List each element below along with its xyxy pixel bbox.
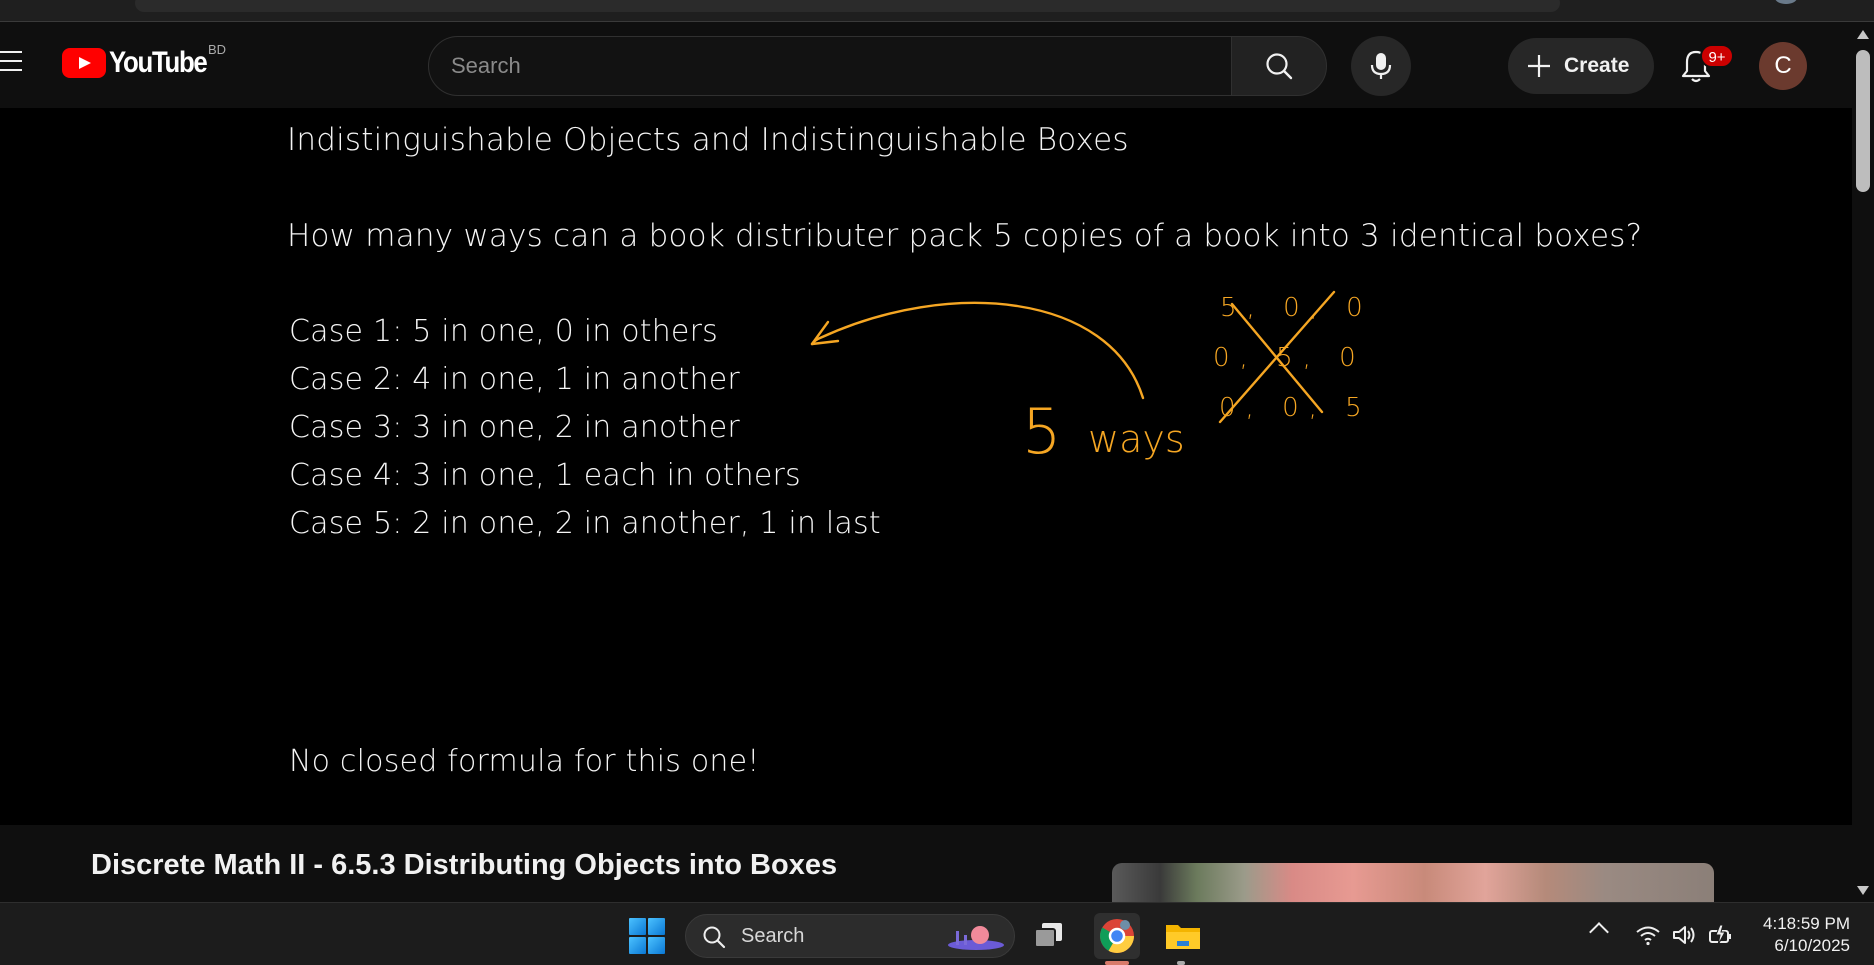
search-input[interactable] [451, 37, 1211, 95]
crossed-row: 5, 0, 0 [1220, 293, 1373, 323]
taskbar-search[interactable]: Search [685, 914, 1015, 958]
create-label: Create [1564, 54, 1630, 77]
taskbar-clock[interactable]: 4:18:59 PM 6/10/2025 [1740, 913, 1850, 957]
page-scrollbar[interactable] [1852, 22, 1874, 902]
search-button[interactable] [1231, 36, 1327, 96]
chrome-icon [1100, 919, 1134, 953]
country-code: BD [208, 42, 227, 57]
active-app-indicator [1105, 961, 1129, 965]
search-icon [1266, 53, 1293, 80]
clock-time: 4:18:59 PM [1763, 914, 1850, 933]
microphone-icon [1370, 53, 1392, 79]
show-hidden-icons-chevron-icon[interactable] [1589, 922, 1609, 942]
watch-metadata: Discrete Math II - 6.5.3 Distributing Ob… [0, 825, 1852, 903]
youtube-logo-text: YouTube [109, 46, 208, 79]
ways-word: ways [1088, 417, 1185, 461]
ways-digit: 5 [1022, 395, 1061, 468]
video-player[interactable]: Indistinguishable Objects and Indistingu… [0, 108, 1852, 825]
browser-profile-icon[interactable] [1775, 0, 1797, 4]
plus-icon [1528, 55, 1550, 77]
file-explorer-icon[interactable] [1160, 913, 1206, 959]
search-box [428, 36, 1232, 96]
create-button[interactable]: Create [1508, 38, 1654, 94]
search-highlight-icon [948, 926, 1004, 950]
scrollbar-thumb[interactable] [1856, 50, 1870, 192]
browser-top-strip [0, 0, 1874, 22]
task-view-glyph [1034, 923, 1062, 948]
clock-date: 6/10/2025 [1774, 936, 1850, 955]
open-app-indicator [1177, 961, 1185, 965]
scroll-down-arrow-icon[interactable] [1857, 886, 1869, 895]
windows-start-icon[interactable] [629, 918, 665, 954]
video-title: Discrete Math II - 6.5.3 Distributing Ob… [91, 849, 838, 881]
youtube-play-icon [62, 48, 106, 78]
arrow-curve [810, 301, 1145, 400]
browser-address-bar[interactable] [135, 0, 1560, 12]
related-video-thumbnail[interactable] [1112, 863, 1714, 903]
folder-icon [1166, 925, 1200, 949]
youtube-logo[interactable]: YouTube [62, 46, 222, 79]
task-view-icon[interactable] [1027, 913, 1073, 959]
avatar[interactable]: C [1759, 42, 1807, 90]
notification-badge: 9+ [1700, 44, 1734, 68]
chrome-taskbar-icon[interactable] [1094, 913, 1140, 959]
voice-search-button[interactable] [1351, 36, 1411, 96]
scroll-up-arrow-icon[interactable] [1857, 30, 1869, 39]
volume-icon[interactable] [1670, 921, 1698, 949]
youtube-masthead: YouTube BD Create 9+ C [0, 22, 1852, 108]
handwritten-annotation: 5 ways 5, 0, 0 0, 5, 0 0, 0, 5 [810, 290, 1373, 468]
windows-taskbar: Search 4:18:59 PM 6/10/2025 [0, 902, 1874, 965]
wifi-icon[interactable] [1634, 921, 1662, 949]
crossed-row: 0, 5, 0 [1213, 343, 1366, 373]
crossed-row: 0, 0, 5 [1219, 393, 1372, 423]
menu-icon[interactable] [0, 51, 24, 73]
search-icon [703, 926, 726, 949]
taskbar-search-label: Search [741, 925, 805, 947]
battery-charging-icon[interactable] [1706, 921, 1734, 949]
